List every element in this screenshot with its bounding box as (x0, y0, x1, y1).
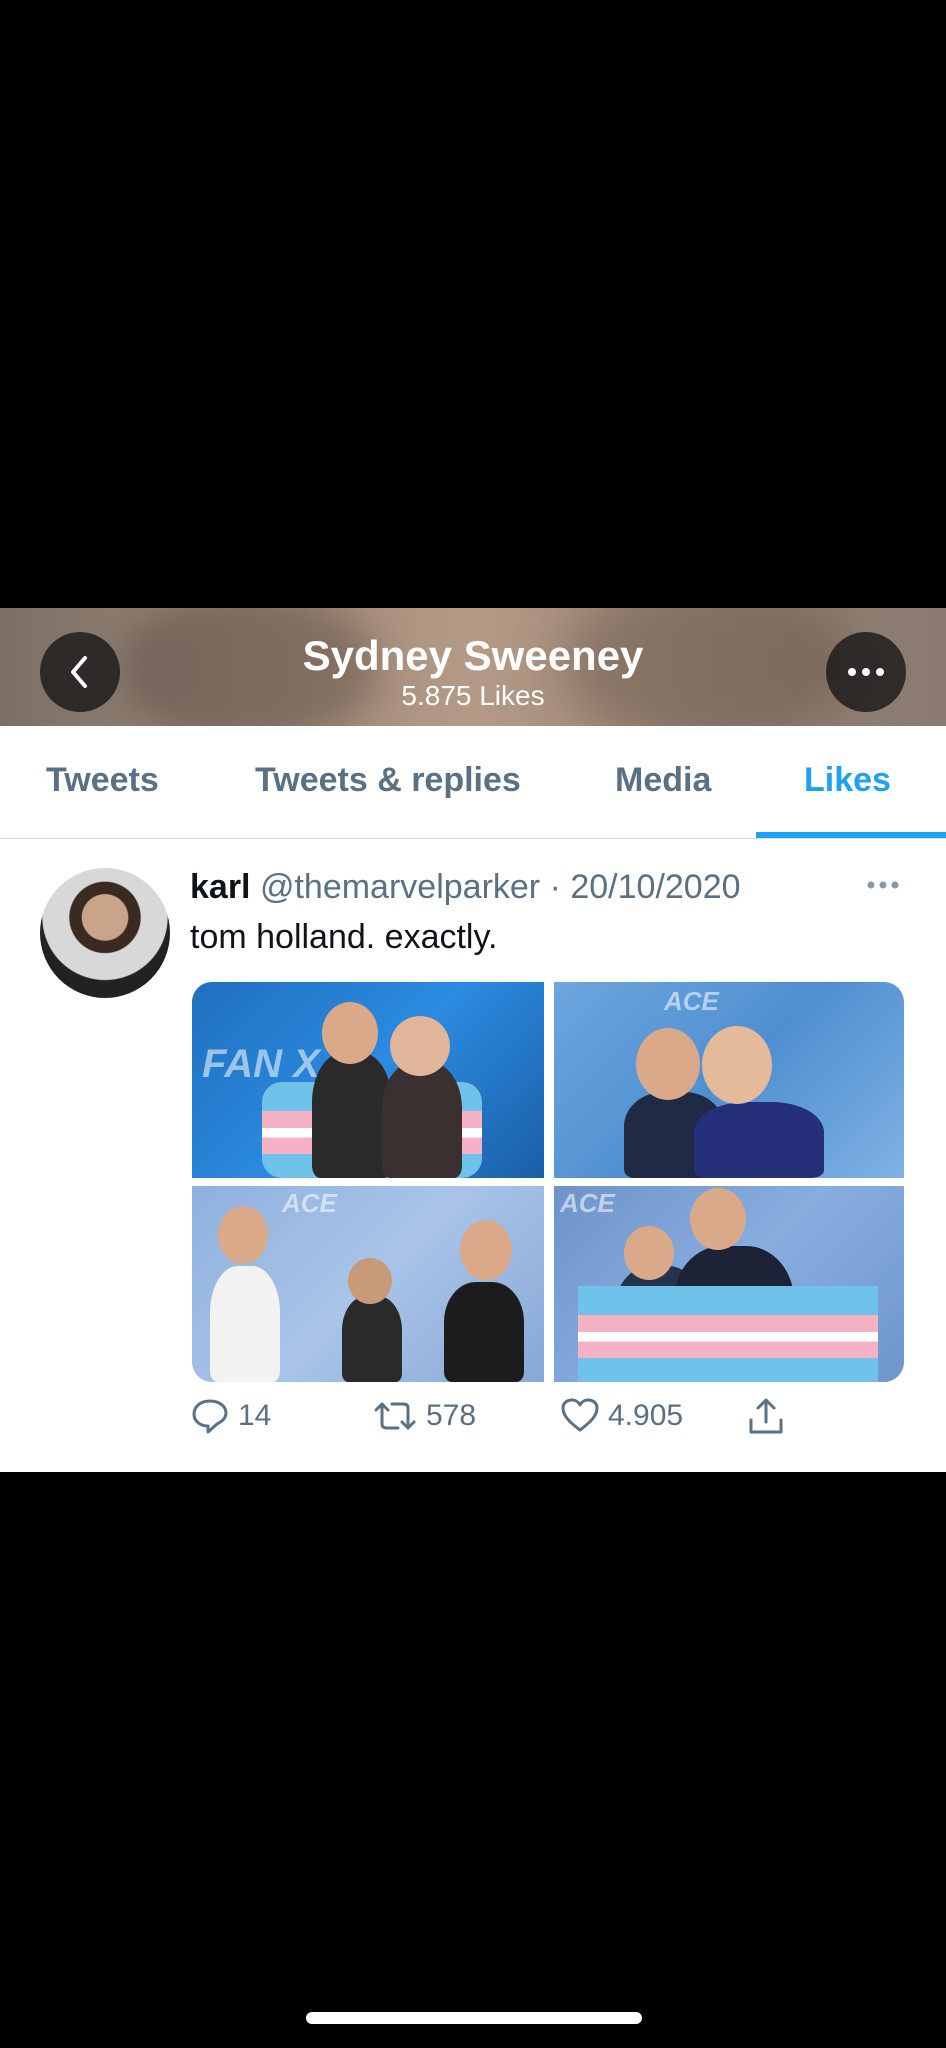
more-icon (867, 881, 899, 889)
retweet-button[interactable]: 578 (372, 1396, 476, 1436)
photo-flag (578, 1286, 878, 1382)
share-button[interactable] (746, 1396, 794, 1438)
photo-watermark: ACE (282, 1188, 337, 1218)
photo-watermark: ACE (664, 986, 719, 1016)
photo-person-head (702, 1026, 772, 1104)
more-icon (848, 668, 884, 676)
photo-person-head (690, 1188, 746, 1250)
tweet-photo[interactable]: ACE (192, 1186, 544, 1382)
like-count: 4.905 (608, 1399, 684, 1432)
reply-count: 14 (238, 1399, 272, 1432)
photo-person (210, 1266, 280, 1382)
likes-count: 5.875 Likes (401, 680, 545, 711)
tweet-date[interactable]: 20/10/2020 (570, 868, 740, 906)
tweet-text: tom holland. exactly. (190, 918, 498, 956)
photo-watermark: FAN X (202, 1042, 320, 1086)
photo-person-head (390, 1016, 450, 1076)
photo-person (382, 1062, 462, 1178)
retweet-count: 578 (426, 1399, 477, 1432)
more-button[interactable] (826, 632, 906, 712)
tab-media[interactable]: Media (615, 760, 711, 800)
home-indicator[interactable] (306, 2012, 642, 2024)
tweet-header: karl @themarvelparker · 20/10/2020 (190, 866, 741, 908)
author-handle[interactable]: @themarvelparker (260, 868, 540, 906)
tab-tweets[interactable]: Tweets (46, 760, 159, 800)
tab-likes[interactable]: Likes (804, 760, 891, 800)
tweet-photo[interactable]: ACE (554, 1186, 904, 1382)
photo-person-head (636, 1028, 700, 1100)
photo-watermark: ACE (560, 1188, 615, 1218)
profile-name: Sydney Sweeney (302, 632, 644, 679)
tweet-actions: 14 578 4.905 (190, 1396, 910, 1456)
tweet-photo[interactable]: FAN X (192, 982, 544, 1178)
heart-icon (561, 1398, 599, 1432)
tab-tweets-replies[interactable]: Tweets & replies (255, 760, 521, 800)
photo-person-head (348, 1258, 392, 1304)
photo-person (694, 1102, 824, 1178)
reply-icon (192, 1399, 228, 1434)
photo-person (312, 1052, 392, 1178)
profile-tabs: Tweets Tweets & replies Media Likes (0, 726, 946, 839)
retweet-icon (374, 1402, 416, 1430)
active-tab-indicator (756, 832, 946, 838)
like-button[interactable]: 4.905 (560, 1396, 683, 1436)
photo-person (342, 1296, 402, 1382)
share-icon (749, 1398, 783, 1434)
tweet-media-grid: FAN X ACE ACE ACE (192, 982, 904, 1382)
separator: · (549, 868, 561, 906)
reply-button[interactable]: 14 (190, 1396, 271, 1436)
tweet-photo[interactable]: ACE (554, 982, 904, 1178)
photo-person-head (460, 1220, 512, 1280)
tweet-more-button[interactable] (866, 864, 900, 898)
author-name[interactable]: karl (190, 868, 251, 906)
photo-person (444, 1282, 524, 1382)
photo-person-head (218, 1206, 268, 1264)
timeline-content: Tweets Tweets & replies Media Likes karl… (0, 726, 946, 1472)
photo-person-head (624, 1226, 674, 1280)
profile-header: Sydney Sweeney 5.875 Likes (0, 608, 946, 726)
photo-person-head (322, 1002, 378, 1064)
avatar[interactable] (40, 868, 170, 998)
